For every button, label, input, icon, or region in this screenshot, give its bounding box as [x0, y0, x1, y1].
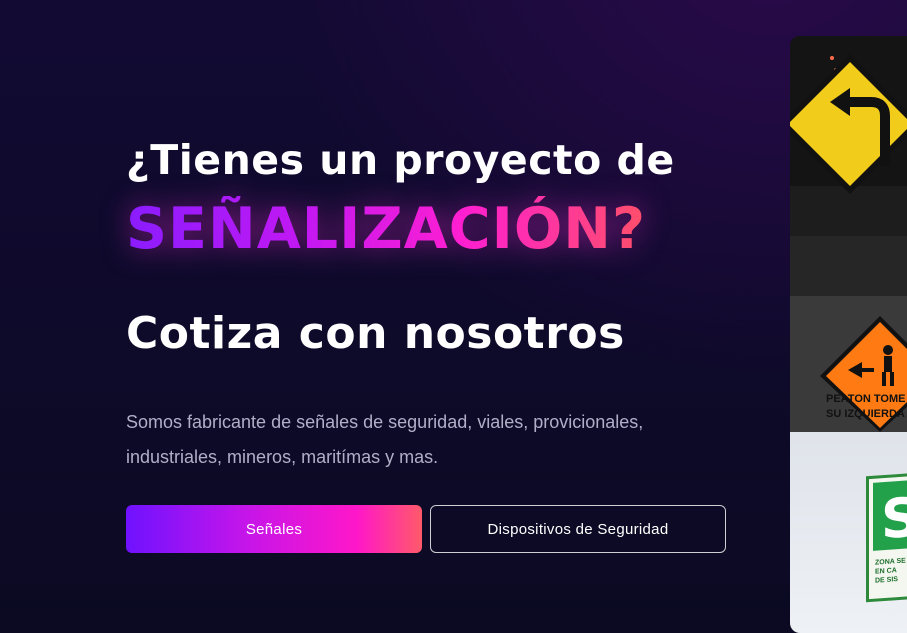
product-image-collage: PEATON TOME SU IZQUIERDA S ZONA SE EN CA… — [790, 36, 907, 633]
pedestrian-sign-line1: PEATON TOME — [826, 393, 906, 405]
green-sign-board: S ZONA SE EN CA DE SIS — [866, 471, 907, 603]
hero-heading-line3: Cotiza con nosotros — [126, 308, 625, 359]
senales-button[interactable]: Señales — [126, 505, 422, 553]
yellow-turn-sign-icon — [790, 36, 907, 236]
hero-heading-highlight: SEÑALIZACIÓN? — [126, 196, 647, 262]
pedestrian-sign-image: PEATON TOME SU IZQUIERDA — [790, 236, 907, 432]
green-sign-letter: S — [881, 485, 907, 552]
night-road-sign-image — [790, 36, 907, 236]
green-sign-line3: DE SIS — [875, 576, 898, 585]
green-sign-letter-panel: S — [873, 478, 907, 552]
green-safety-sign-image: S ZONA SE EN CA DE SIS — [790, 432, 907, 633]
hero-heading-line1: ¿Tienes un proyecto de — [126, 136, 675, 184]
dispositivos-seguridad-button[interactable]: Dispositivos de Seguridad — [430, 505, 726, 553]
dispositivos-seguridad-button-label: Dispositivos de Seguridad — [487, 520, 669, 538]
pedestrian-sign-text: PEATON TOME SU IZQUIERDA — [826, 392, 907, 422]
green-sign-text: ZONA SE EN CA DE SIS — [875, 557, 906, 586]
hero-section: ¿Tienes un proyecto de SEÑALIZACIÓN? Cot… — [0, 0, 907, 633]
hero-description: Somos fabricante de señales de seguridad… — [126, 412, 644, 467]
pedestrian-sign-line2: SU IZQUIERDA — [826, 408, 905, 420]
senales-button-label: Señales — [245, 520, 303, 538]
